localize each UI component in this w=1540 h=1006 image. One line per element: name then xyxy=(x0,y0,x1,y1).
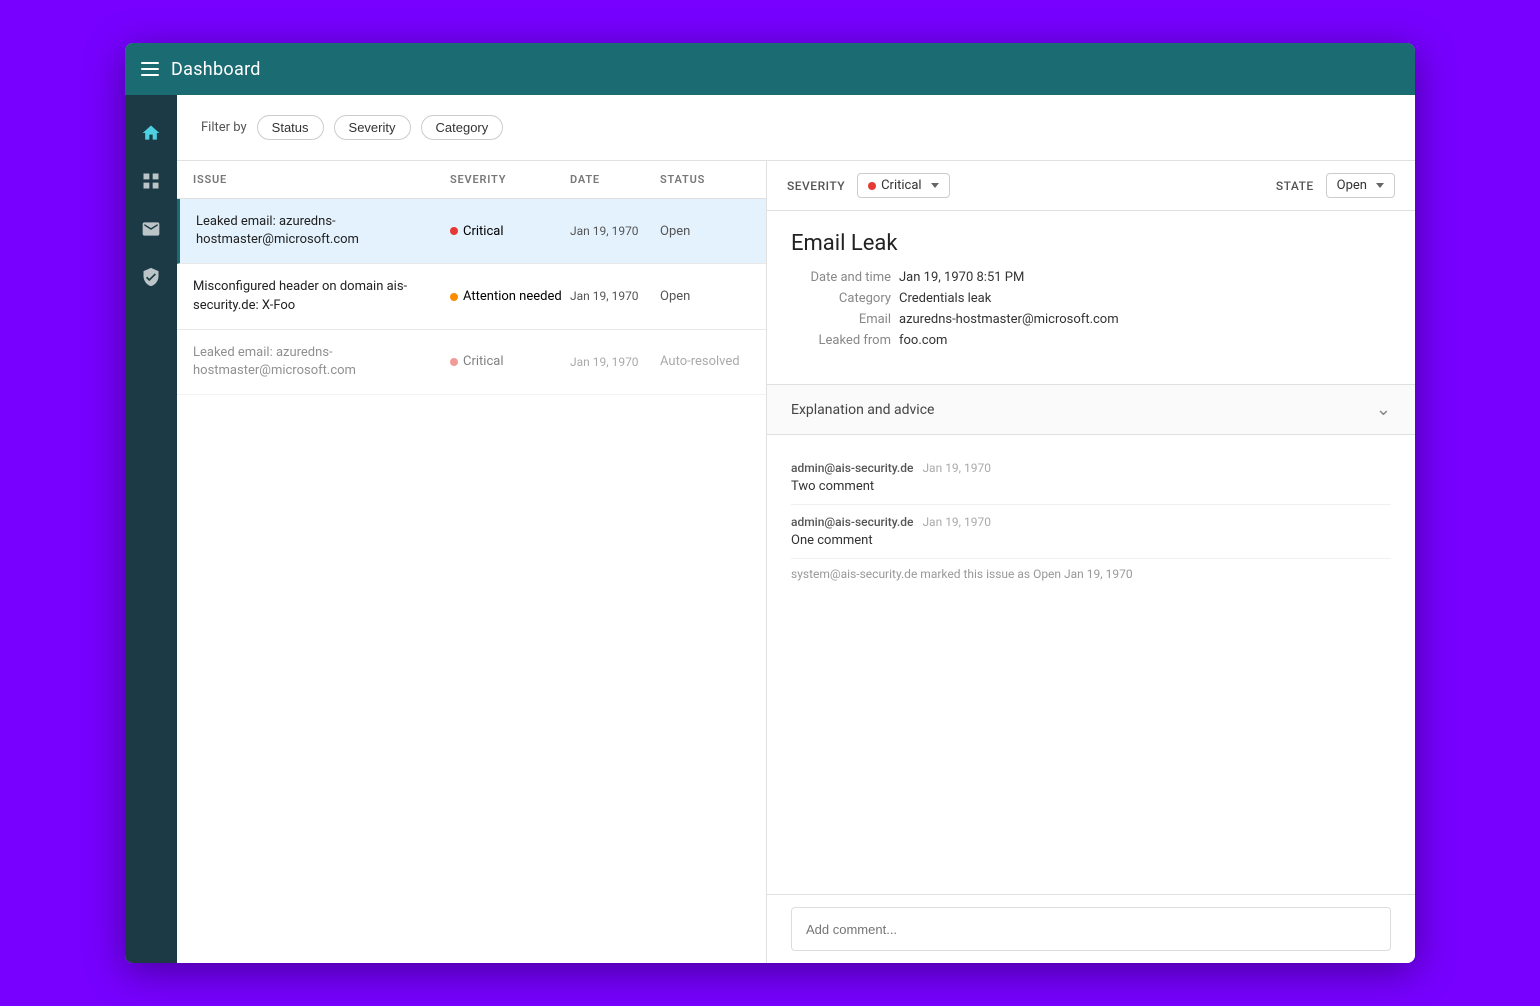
severity-badge[interactable]: Critical xyxy=(857,173,949,198)
severity-cell: Critical xyxy=(450,354,570,369)
add-comment-input[interactable] xyxy=(791,907,1391,951)
issue-title: Misconfigured header on domain ais-secur… xyxy=(193,278,450,314)
detail-title: Email Leak xyxy=(791,231,1391,256)
home-icon xyxy=(141,123,161,143)
filter-chip-status[interactable]: Status xyxy=(257,115,324,140)
filter-bar: Filter by Status Severity Category xyxy=(177,95,1415,161)
table-row[interactable]: Leaked email: azuredns-hostmaster@micros… xyxy=(177,199,766,264)
chevron-down-icon: ⌄ xyxy=(1376,399,1391,420)
status-cell: Auto-resolved xyxy=(660,354,750,369)
issues-panel: ISSUE SEVERITY DATE STATUS Leaked email:… xyxy=(177,161,767,963)
date-cell: Jan 19, 1970 xyxy=(570,288,660,305)
filter-chip-category[interactable]: Category xyxy=(421,115,504,140)
col-header-issue: ISSUE xyxy=(193,173,450,186)
system-comment: system@ais-security.de marked this issue… xyxy=(791,559,1391,589)
meta-val-datetime: Jan 19, 1970 8:51 PM xyxy=(899,270,1391,285)
detail-meta: Date and time Jan 19, 1970 8:51 PM Categ… xyxy=(791,270,1391,348)
issue-title: Leaked email: azuredns-hostmaster@micros… xyxy=(193,344,450,380)
sidebar-item-email[interactable] xyxy=(129,207,173,251)
main-layout: Filter by Status Severity Category ISSUE… xyxy=(125,95,1415,963)
sidebar-item-shield[interactable] xyxy=(129,255,173,299)
severity-badge-value: Critical xyxy=(881,178,921,193)
chevron-down-icon xyxy=(1376,183,1384,188)
comment-meta: admin@ais-security.de Jan 19, 1970 xyxy=(791,515,1391,529)
severity-cell: Attention needed xyxy=(450,289,570,304)
sidebar-item-home[interactable] xyxy=(129,111,173,155)
comment-meta: admin@ais-security.de Jan 19, 1970 xyxy=(791,461,1391,475)
comment-body: One comment xyxy=(791,533,1391,548)
chevron-down-icon xyxy=(931,183,939,188)
explanation-label: Explanation and advice xyxy=(791,402,934,418)
grid-icon xyxy=(141,171,161,191)
comment-body: Two comment xyxy=(791,479,1391,494)
meta-key-email: Email xyxy=(791,312,891,327)
comment-author: admin@ais-security.de xyxy=(791,515,913,529)
comment-date: Jan 19, 1970 xyxy=(922,515,991,529)
topbar-title: Dashboard xyxy=(171,59,261,80)
detail-severity-label: SEVERITY xyxy=(787,179,845,193)
table-row[interactable]: Misconfigured header on domain ais-secur… xyxy=(177,264,766,329)
email-icon xyxy=(141,219,161,239)
table-row[interactable]: Leaked email: azuredns-hostmaster@micros… xyxy=(177,330,766,395)
comment-item: admin@ais-security.de Jan 19, 1970 One c… xyxy=(791,505,1391,559)
severity-dot-critical xyxy=(450,227,458,235)
meta-val-email: azuredns-hostmaster@microsoft.com xyxy=(899,312,1391,327)
meta-val-category: Credentials leak xyxy=(899,291,1391,306)
date-cell: Jan 19, 1970 xyxy=(570,354,660,371)
comment-item: admin@ais-security.de Jan 19, 1970 Two c… xyxy=(791,451,1391,505)
explanation-header[interactable]: Explanation and advice ⌄ xyxy=(767,385,1415,434)
split-panel: ISSUE SEVERITY DATE STATUS Leaked email:… xyxy=(177,161,1415,963)
severity-value: Critical xyxy=(463,224,503,239)
add-comment-area xyxy=(767,894,1415,963)
detail-body: Email Leak Date and time Jan 19, 1970 8:… xyxy=(767,211,1415,368)
col-header-date: DATE xyxy=(570,173,660,186)
severity-dot xyxy=(868,182,876,190)
severity-dot-attention xyxy=(450,293,458,301)
comment-author: admin@ais-security.de xyxy=(791,461,913,475)
detail-header: SEVERITY Critical STATE Open xyxy=(767,161,1415,211)
meta-key-category: Category xyxy=(791,291,891,306)
meta-key-datetime: Date and time xyxy=(791,270,891,285)
topbar: Dashboard xyxy=(125,43,1415,95)
comments-section: admin@ais-security.de Jan 19, 1970 Two c… xyxy=(767,451,1415,589)
state-label: STATE xyxy=(1276,179,1314,193)
meta-val-leaked-from: foo.com xyxy=(899,333,1391,348)
table-header: ISSUE SEVERITY DATE STATUS xyxy=(177,161,766,199)
severity-dot-critical xyxy=(450,358,458,366)
col-header-status: STATUS xyxy=(660,173,750,186)
date-cell: Jan 19, 1970 xyxy=(570,223,660,240)
status-cell: Open xyxy=(660,224,750,239)
hamburger-button[interactable] xyxy=(141,62,159,76)
issue-title: Leaked email: azuredns-hostmaster@micros… xyxy=(196,213,450,249)
status-cell: Open xyxy=(660,289,750,304)
meta-key-leaked-from: Leaked from xyxy=(791,333,891,348)
filter-chip-severity[interactable]: Severity xyxy=(334,115,411,140)
severity-value: Attention needed xyxy=(463,289,562,304)
explanation-section: Explanation and advice ⌄ xyxy=(767,384,1415,435)
state-badge-value: Open xyxy=(1337,178,1367,193)
filter-label: Filter by xyxy=(201,120,247,135)
col-header-severity: SEVERITY xyxy=(450,173,570,186)
severity-value: Critical xyxy=(463,354,503,369)
comment-date: Jan 19, 1970 xyxy=(922,461,991,475)
sidebar-item-grid[interactable] xyxy=(129,159,173,203)
shield-icon xyxy=(141,267,161,287)
state-badge[interactable]: Open xyxy=(1326,173,1395,198)
app-window: Dashboard xyxy=(125,43,1415,963)
content-area: Filter by Status Severity Category ISSUE… xyxy=(177,95,1415,963)
sidebar xyxy=(125,95,177,963)
detail-panel: SEVERITY Critical STATE Open xyxy=(767,161,1415,963)
severity-cell: Critical xyxy=(450,224,570,239)
